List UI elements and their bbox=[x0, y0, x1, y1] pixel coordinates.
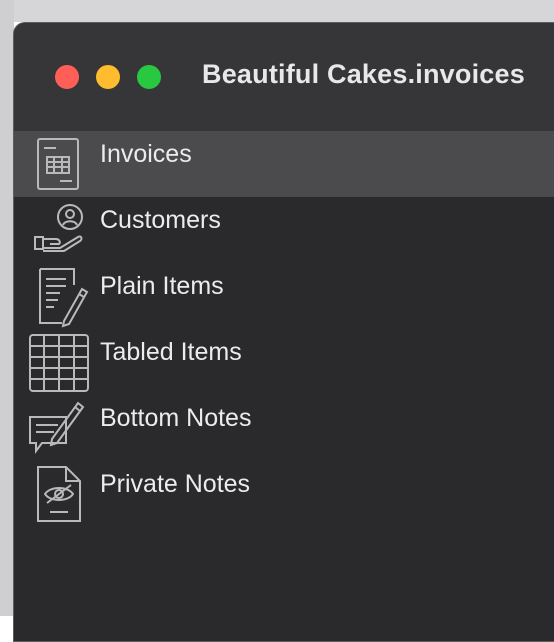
sidebar-list: Invoices Customers Plain Items Tabled It… bbox=[14, 131, 554, 641]
sidebar-item-label: Bottom Notes bbox=[100, 404, 252, 432]
invoice-document-icon bbox=[26, 133, 90, 197]
title-bar: Beautiful Cakes.invoices bbox=[14, 23, 554, 132]
sidebar-item-label: Tabled Items bbox=[100, 338, 242, 366]
desktop-background-top bbox=[0, 0, 554, 22]
customer-hand-icon bbox=[26, 199, 90, 263]
sidebar-item-label: Customers bbox=[100, 206, 221, 234]
sidebar-item-invoices[interactable]: Invoices bbox=[14, 131, 554, 197]
table-grid-icon bbox=[26, 331, 90, 395]
zoom-window-button[interactable] bbox=[137, 65, 161, 89]
sidebar-item-label: Invoices bbox=[100, 140, 192, 168]
sidebar-item-bottom-notes[interactable]: Bottom Notes bbox=[14, 395, 554, 461]
note-pencil-icon bbox=[26, 397, 90, 461]
sidebar-item-plain-items[interactable]: Plain Items bbox=[14, 263, 554, 329]
hidden-eye-document-icon bbox=[26, 463, 90, 527]
minimize-window-button[interactable] bbox=[96, 65, 120, 89]
window-title: Beautiful Cakes.invoices bbox=[202, 59, 525, 89]
sidebar-item-label: Plain Items bbox=[100, 272, 224, 300]
sidebar-item-label: Private Notes bbox=[100, 470, 251, 498]
sidebar-item-customers[interactable]: Customers bbox=[14, 197, 554, 263]
sidebar-item-tabled-items[interactable]: Tabled Items bbox=[14, 329, 554, 395]
close-window-button[interactable] bbox=[55, 65, 79, 89]
sidebar-item-private-notes[interactable]: Private Notes bbox=[14, 461, 554, 527]
document-pencil-icon bbox=[26, 265, 90, 329]
app-window: Beautiful Cakes.invoices Invoices Custom… bbox=[13, 22, 554, 642]
desktop-background-left bbox=[0, 0, 14, 616]
